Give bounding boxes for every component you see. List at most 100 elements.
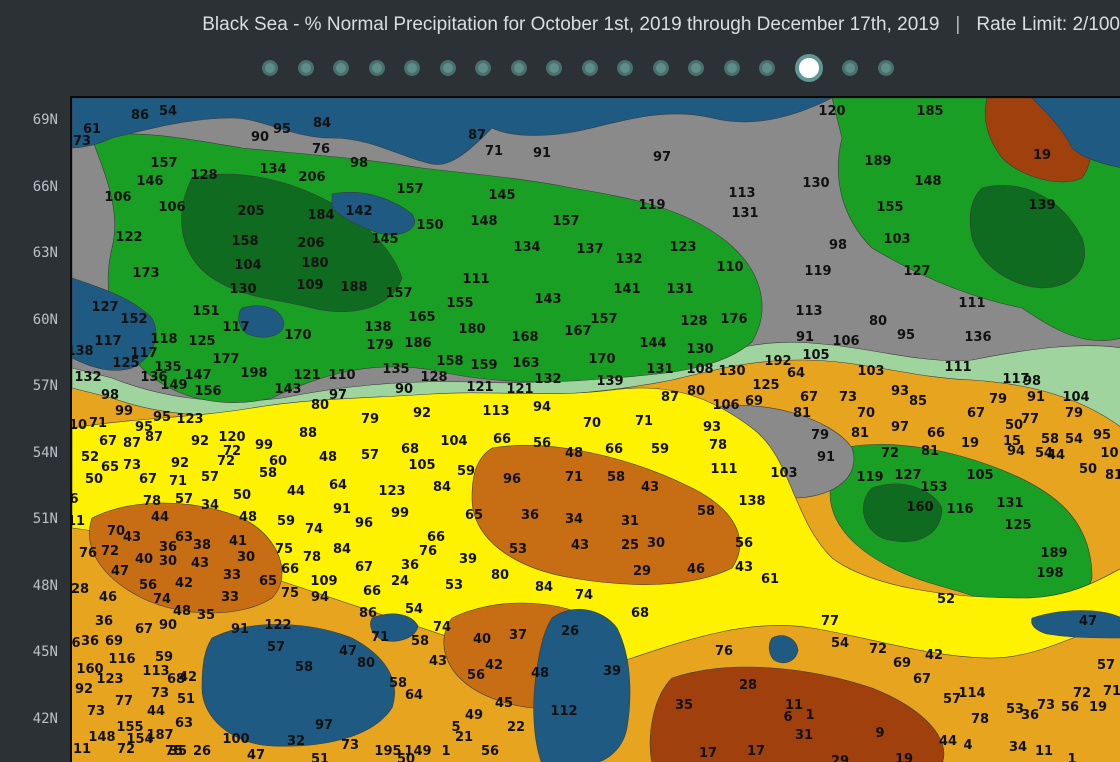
precip-value-label: 43 [191,556,209,571]
precip-value-label: 58 [411,634,429,649]
precip-value-label: 43 [641,480,659,495]
carousel-dot-7[interactable] [475,60,491,76]
carousel-dot-9[interactable] [546,60,562,76]
precip-value-label: 106 [832,334,859,349]
precip-value-label: 106 [104,190,131,205]
precip-value-label: 130 [686,342,713,357]
precip-value-label: 110 [328,368,355,383]
carousel-dot-2[interactable] [297,60,314,76]
precip-value-label: 59 [155,650,173,665]
precip-value-label: 95 [1093,428,1111,443]
precip-value-label: 9 [875,726,884,741]
carousel-dot-8[interactable] [510,60,527,76]
precip-value-label: 66 [363,584,381,599]
precip-value-label: 71 [485,144,503,159]
precip-value-label: 109 [310,574,337,589]
precip-value-label: 186 [404,336,431,351]
carousel-dot-3[interactable] [333,60,349,76]
latitude-label-63n: 63N [32,245,58,261]
precip-value-label: 11 [72,514,85,529]
carousel-dot-4[interactable] [368,60,385,76]
precip-value-label: 157 [150,156,177,171]
precip-value-label: 32 [287,734,305,749]
precip-value-label: 131 [666,282,693,297]
precip-value-label: 170 [588,352,615,367]
precip-value-label: 72 [101,544,119,559]
precip-value-label: 149 [160,378,187,393]
precip-value-label: 69 [745,394,763,409]
precip-value-label: 33 [223,568,241,583]
carousel-dot-16[interactable] [794,54,823,82]
precip-value-label: 1 [441,744,450,759]
precip-value-label: 37 [509,628,527,643]
precip-value-label: 29 [831,754,849,762]
precip-value-label: 40 [135,552,153,567]
precip-value-label: 11 [73,742,91,757]
carousel-dot-12[interactable] [652,60,669,76]
precip-value-label: 160 [906,500,933,515]
precip-value-label: 112 [550,704,577,719]
carousel-dot-6[interactable] [439,60,456,76]
carousel-dot-5[interactable] [404,60,420,76]
precip-value-label: 57 [361,448,379,463]
carousel-dot-13[interactable] [688,60,704,76]
precip-value-label: 155 [446,296,473,311]
precip-value-label: 68 [401,442,419,457]
precip-value-label: 148 [88,730,115,745]
caspian-sea [533,609,631,762]
precip-value-label: 90 [251,130,269,145]
precip-value-label: 92 [171,456,189,471]
precip-value-label: 113 [142,664,169,679]
precip-value-label: 74 [305,522,323,537]
precip-value-label: 79 [811,428,829,443]
precip-value-label: 56 [533,436,551,451]
precip-value-label: 72 [881,446,899,461]
precip-value-label: 198 [240,366,267,381]
precipitation-map: 61 73 86 54 90 95 84 76 98 87 71 91 120 185 19 97 157 128… [70,96,1120,762]
precip-value-label: 92 [413,406,431,421]
precip-value-label: 75 [281,586,299,601]
precip-value-label: 78 [143,494,161,509]
precip-value-label: 36 [401,558,419,573]
precip-value-label: 123 [176,412,203,427]
precip-value-label: 106 [158,200,185,215]
precip-value-label: 35 [197,608,215,623]
precip-value-label: 88 [299,426,317,441]
precip-value-label: 125 [112,356,139,371]
precip-value-label: 54 [831,636,849,651]
precip-value-label: 119 [856,470,883,485]
precip-value-label: 56 [481,744,499,759]
precip-value-label: 94 [533,400,551,415]
precip-value-label: 36 [81,634,99,649]
latitude-label-57n: 57N [32,378,58,394]
precip-value-label: 91 [333,502,351,517]
precip-value-label: 54 [1065,432,1083,447]
carousel-dot-14[interactable] [723,60,740,76]
precip-value-label: 56 [139,578,157,593]
carousel-dot-10[interactable] [581,60,598,76]
precip-value-label: 64 [405,688,423,703]
carousel-dot-17[interactable] [842,60,858,76]
precip-value-label: 125 [752,378,779,393]
precip-value-label: 46 [687,562,705,577]
precip-value-label: 138 [738,494,765,509]
precip-value-label: 45 [495,696,513,711]
precip-value-label: 92 [191,434,209,449]
carousel-dot-18[interactable] [877,60,894,76]
carousel-dot-11[interactable] [617,60,633,76]
precip-value-label: 28 [72,582,89,597]
precip-value-label: 128 [190,168,217,183]
precip-value-label: 153 [920,480,947,495]
precip-value-label: 67 [99,434,117,449]
precip-value-label: 48 [565,446,583,461]
precip-value-label: 128 [680,314,707,329]
precip-value-label: 6 [72,492,79,507]
precip-value-label: 81 [1105,468,1120,483]
precip-value-label: 52 [937,592,955,607]
carousel-dot-1[interactable] [262,60,278,76]
precip-value-label: 34 [1009,740,1027,755]
carousel-dot-15[interactable] [759,60,775,76]
precip-value-label: 71 [1103,684,1120,699]
precip-value-label: 57 [943,692,961,707]
precip-value-label: 91 [1027,390,1045,405]
